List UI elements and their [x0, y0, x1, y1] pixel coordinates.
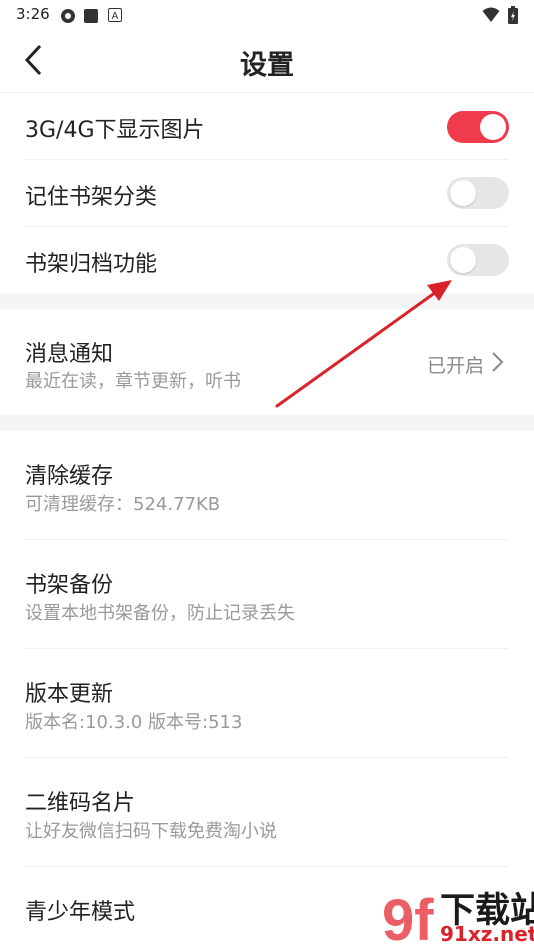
toggle-switch-off[interactable]: [447, 244, 509, 276]
setting-row-3g4g-images[interactable]: 3G/4G下显示图片: [0, 93, 534, 160]
status-bar: 3:26 A: [0, 0, 534, 30]
app-header: 设置: [0, 30, 534, 93]
setting-row-remember-shelf-category[interactable]: 记住书架分类: [0, 160, 534, 227]
toggle-knob: [480, 114, 506, 140]
setting-subtitle: 最近在读，章节更新，听书: [25, 371, 241, 392]
toggle-switch-off[interactable]: [447, 177, 509, 209]
status-time: 3:26: [16, 5, 50, 23]
app-a-icon: A: [108, 8, 122, 22]
toggle-knob: [450, 247, 476, 273]
toggle-knob: [450, 180, 476, 206]
setting-title: 版本更新: [25, 682, 114, 707]
setting-row-shelf-backup[interactable]: 书架备份 设置本地书架备份，防止记录丢失: [0, 540, 534, 649]
setting-label: 书架归档功能: [25, 252, 158, 277]
toggle-switch-on[interactable]: [447, 111, 509, 143]
setting-row-clear-cache[interactable]: 清除缓存 可清理缓存：524.77KB: [0, 431, 534, 540]
wifi-icon: [482, 7, 500, 22]
notification-square-icon: [84, 9, 98, 23]
setting-title: 清除缓存: [25, 464, 114, 489]
svg-text:A: A: [112, 11, 119, 22]
setting-subtitle: 版本名:10.3.0 版本号:513: [25, 712, 243, 733]
chevron-right-icon: [492, 352, 504, 372]
setting-subtitle: 设置本地书架备份，防止记录丢失: [25, 603, 295, 624]
setting-title: 二维码名片: [25, 791, 136, 816]
setting-label: 记住书架分类: [25, 185, 158, 210]
svg-text:9f: 9f: [382, 888, 434, 950]
section-gap: [0, 293, 534, 309]
watermark-url: 91xz.net: [440, 922, 534, 946]
section-gap: [0, 415, 534, 431]
setting-row-shelf-archive[interactable]: 书架归档功能: [0, 227, 534, 293]
sync-icon: [61, 9, 75, 23]
page-title: 设置: [240, 50, 294, 81]
setting-title: 青少年模式: [25, 900, 136, 925]
setting-row-qr-card[interactable]: 二维码名片 让好友微信扫码下载免费淘小说: [0, 758, 534, 867]
setting-title: 消息通知: [25, 342, 114, 367]
setting-subtitle: 可清理缓存：524.77KB: [25, 494, 221, 515]
setting-title: 书架备份: [25, 573, 114, 598]
setting-row-notifications[interactable]: 消息通知 最近在读，章节更新，听书 已开启: [0, 309, 534, 415]
battery-icon: [508, 6, 518, 24]
setting-label: 3G/4G下显示图片: [25, 118, 205, 143]
setting-row-version-update[interactable]: 版本更新 版本名:10.3.0 版本号:513: [0, 649, 534, 758]
notification-status: 已开启: [426, 355, 484, 377]
setting-subtitle: 让好友微信扫码下载免费淘小说: [25, 821, 277, 842]
